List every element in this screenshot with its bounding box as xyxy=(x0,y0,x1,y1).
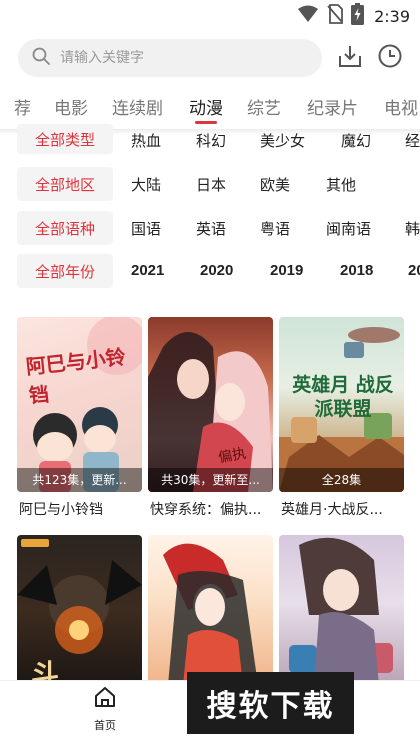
poster-art xyxy=(289,537,393,685)
filter-option[interactable]: 20 xyxy=(408,262,420,279)
filter-option[interactable]: 欧美 xyxy=(260,174,290,195)
filter-row-year: 全部年份 2021 2020 2019 2018 20 xyxy=(0,254,420,290)
history-button[interactable] xyxy=(375,43,405,73)
status-icons: 2:39 xyxy=(297,3,410,29)
episode-badge: 共30集，更新至... xyxy=(148,468,273,492)
card-title[interactable]: 英雄月·大战反... xyxy=(281,499,404,519)
search-icon xyxy=(32,47,50,69)
filter-option[interactable]: 美少女 xyxy=(260,130,305,151)
filter-option[interactable]: 闽南语 xyxy=(326,218,371,239)
nav-home-label: 首页 xyxy=(94,719,116,732)
tab-anime[interactable]: 动漫 xyxy=(189,94,223,119)
tab-tv[interactable]: 电视 xyxy=(384,94,418,119)
poster-image[interactable]: 英雄月 战反派联盟 全28集 xyxy=(279,317,404,492)
filter-option[interactable]: 2019 xyxy=(270,262,303,279)
filter-row-language: 全部语种 国语 英语 粤语 闽南语 韩 xyxy=(0,211,420,247)
filter-option[interactable]: 粤语 xyxy=(260,218,290,239)
download-button[interactable] xyxy=(335,43,365,73)
filter-option[interactable]: 魔幻 xyxy=(341,130,371,151)
poster-title-art: 阿巳与小铃铛 xyxy=(24,344,127,408)
download-icon xyxy=(337,43,363,73)
filter-row-region: 全部地区 大陆 日本 欧美 其他 xyxy=(0,167,420,203)
filter-option[interactable]: 2018 xyxy=(340,262,373,279)
filter-type-all[interactable]: 全部类型 xyxy=(17,124,113,154)
filter-option[interactable]: 科幻 xyxy=(196,130,226,151)
filter-option[interactable]: 2021 xyxy=(131,262,164,279)
poster-art xyxy=(163,543,258,685)
nav-home-button[interactable]: 首页 xyxy=(80,685,130,735)
card-title[interactable]: 阿巳与小铃铛 xyxy=(19,499,142,519)
history-icon xyxy=(377,43,403,73)
filter-option[interactable]: 大陆 xyxy=(131,174,161,195)
filter-option[interactable]: 英语 xyxy=(196,218,226,239)
search-input[interactable] xyxy=(60,50,280,66)
filter-option[interactable]: 日本 xyxy=(196,174,226,195)
poster-art xyxy=(148,332,273,492)
poster-image[interactable]: 阿巳与小铃铛 共123集，更新... xyxy=(17,317,142,492)
poster-title-art: 英雄月 战反派联盟 xyxy=(292,374,394,420)
home-icon xyxy=(93,685,117,713)
wifi-icon xyxy=(297,5,319,27)
episode-badge: 共123集，更新... xyxy=(17,468,142,492)
tab-movie[interactable]: 电影 xyxy=(54,94,88,119)
poster-image[interactable]: 斗 xyxy=(17,535,142,685)
filter-row-type: 全部类型 热血 科幻 美少女 魔幻 经 xyxy=(0,124,420,160)
tab-documentary[interactable]: 纪录片 xyxy=(307,94,358,119)
tab-variety[interactable]: 综艺 xyxy=(247,94,281,119)
search-box[interactable] xyxy=(18,39,322,77)
filter-year-all[interactable]: 全部年份 xyxy=(17,254,113,288)
filter-option[interactable]: 韩 xyxy=(405,218,420,239)
filter-option[interactable]: 2020 xyxy=(200,262,233,279)
battery-charging-icon xyxy=(351,3,365,29)
filter-option[interactable]: 其他 xyxy=(326,174,356,195)
episode-badge: 全28集 xyxy=(279,468,404,492)
card-title[interactable]: 快穿系统：偏执... xyxy=(150,499,273,519)
tab-recommend[interactable]: 荐 xyxy=(14,94,31,119)
filter-option[interactable]: 国语 xyxy=(131,218,161,239)
filter-language-all[interactable]: 全部语种 xyxy=(17,211,113,245)
poster-image[interactable] xyxy=(279,535,404,685)
tab-series[interactable]: 连续剧 xyxy=(112,94,163,119)
filter-option[interactable]: 热血 xyxy=(131,130,161,151)
filter-option[interactable]: 经 xyxy=(405,130,420,151)
filter-region-all[interactable]: 全部地区 xyxy=(17,167,113,201)
watermark: 搜软下载 xyxy=(187,672,354,734)
status-bar: 2:39 xyxy=(0,0,420,32)
poster-image[interactable]: 偏执 共30集，更新至... xyxy=(148,317,273,492)
no-sim-icon xyxy=(327,4,343,28)
poster-image[interactable] xyxy=(148,535,273,685)
status-time: 2:39 xyxy=(374,6,410,26)
